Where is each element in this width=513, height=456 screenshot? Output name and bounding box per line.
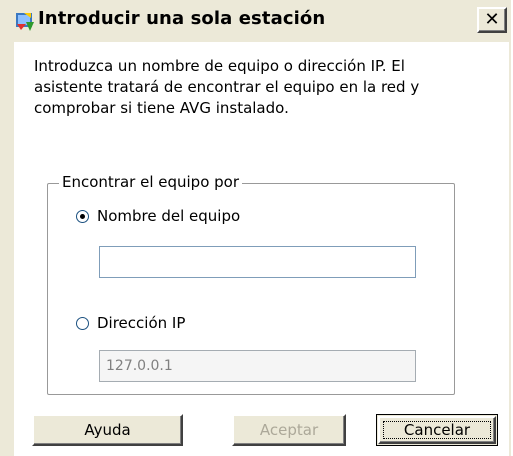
cancel-button-label: Cancelar	[403, 421, 471, 439]
computer-name-input[interactable]	[99, 246, 416, 278]
accept-button[interactable]: Aceptar	[232, 414, 346, 446]
help-button[interactable]: Ayuda	[32, 414, 183, 446]
radio-ip-address-indicator[interactable]	[76, 316, 89, 330]
window-title: Introducir una sola estación	[38, 8, 326, 29]
close-icon: ✕	[484, 9, 500, 30]
radio-computer-name-indicator[interactable]	[76, 209, 89, 223]
ip-address-input[interactable]: 127.0.0.1	[99, 350, 416, 382]
accept-button-label: Aceptar	[259, 421, 319, 439]
title-bar[interactable]: Introducir una sola estación ✕	[0, 0, 511, 40]
radio-ip-address-label: Dirección IP	[97, 314, 186, 332]
close-button[interactable]: ✕	[477, 7, 507, 33]
radio-computer-name[interactable]: Nombre del equipo	[76, 207, 240, 225]
avg-app-icon	[16, 13, 34, 31]
radio-ip-address[interactable]: Dirección IP	[76, 314, 185, 332]
radio-computer-name-label: Nombre del equipo	[97, 207, 241, 225]
cancel-button[interactable]: Cancelar	[376, 414, 498, 446]
dialog-window: Introducir una sola estación ✕ Introduzc…	[0, 0, 513, 456]
groupbox-legend: Encontrar el equipo por	[59, 172, 243, 192]
instructions-text: Introduzca un nombre de equipo o direcci…	[34, 57, 420, 117]
help-button-label: Ayuda	[84, 421, 131, 439]
